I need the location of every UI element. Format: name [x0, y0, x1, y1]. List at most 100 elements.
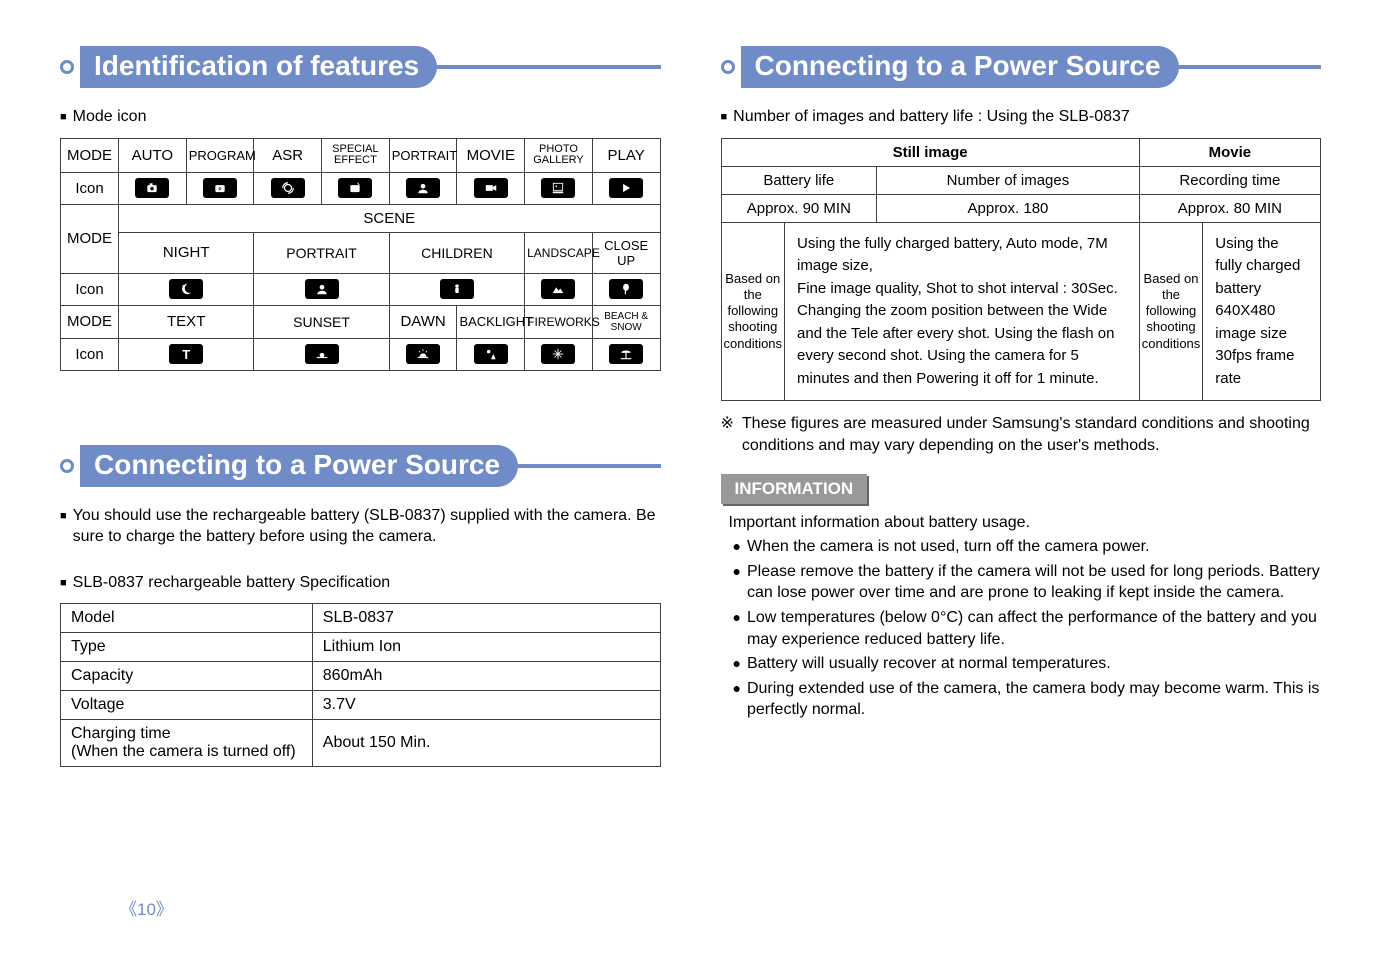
round-bullet-icon: ● — [733, 564, 741, 578]
cond-still: Using the fully charged battery, Auto mo… — [785, 222, 1140, 401]
cell-text: TEXT — [119, 305, 254, 338]
square-bullet-icon: ■ — [60, 509, 67, 524]
gallery-icon — [525, 172, 593, 204]
head-movie: Movie — [1139, 138, 1320, 166]
info-item: Battery will usually recover at normal t… — [747, 653, 1111, 675]
cell-gallery: PHOTO GALLERY — [525, 138, 593, 172]
cell-night: NIGHT — [119, 232, 254, 273]
bullet-icon — [60, 60, 74, 74]
list-item: ● Low temperatures (below 0°C) can affect… — [733, 607, 1322, 650]
section-heading-power-left: Connecting to a Power Source — [60, 445, 661, 487]
cond-movie: Using the fully charged battery 640X480 … — [1203, 222, 1321, 401]
program-icon: P — [186, 172, 254, 204]
list-item: ● Battery will usually recover at normal … — [733, 653, 1322, 675]
svg-text:P: P — [218, 186, 221, 191]
cell-asr: ASR — [254, 138, 322, 172]
heading-text: Connecting to a Power Source — [80, 445, 518, 487]
cell-closeup: CLOSE UP — [592, 232, 660, 273]
sub-battlife: Battery life — [721, 166, 877, 194]
closeup-icon — [592, 273, 660, 305]
spec-key: Capacity — [61, 662, 313, 691]
battery-intro: Number of images and battery life : Usin… — [733, 106, 1130, 128]
round-bullet-icon: ● — [733, 610, 741, 624]
cell-icon-label: Icon — [61, 172, 119, 204]
info-item: Please remove the battery if the camera … — [747, 561, 1321, 604]
info-item: When the camera is not used, turn off th… — [747, 536, 1150, 558]
portrait-icon — [389, 172, 457, 204]
cell-play: PLAY — [592, 138, 660, 172]
cell-landscape: LANDSCAPE — [525, 232, 593, 273]
cell-program: PROGRAM — [186, 138, 254, 172]
cell-scene: SCENE — [119, 204, 661, 232]
table-row: Voltage3.7V — [61, 691, 661, 720]
cell-icon-label3: Icon — [61, 338, 119, 370]
portrait2-icon — [254, 273, 389, 305]
landscape-icon — [525, 273, 593, 305]
list-item: ● When the camera is not used, turn off t… — [733, 536, 1322, 558]
footnote: ※ These figures are measured under Samsu… — [721, 413, 1322, 456]
dawn-icon — [389, 338, 457, 370]
movie-icon — [457, 172, 525, 204]
val-battlife: Approx. 90 MIN — [721, 194, 877, 222]
cell-special: SPECIAL EFFECT — [322, 138, 390, 172]
round-bullet-icon: ● — [733, 681, 741, 695]
spec-val: SLB-0837 — [312, 604, 660, 633]
cell-icon-label2: Icon — [61, 273, 119, 305]
cell-children: CHILDREN — [389, 232, 524, 273]
mode-icon-label-line: ■ Mode icon — [60, 106, 661, 128]
text-icon: T — [119, 338, 254, 370]
cell-mode: MODE — [61, 138, 119, 172]
cell-fireworks: FIREWORKS — [525, 305, 593, 338]
rechargeable-text: You should use the rechargeable battery … — [73, 505, 661, 548]
spec-key: Type — [61, 633, 313, 662]
bullet-icon — [721, 60, 735, 74]
info-item: During extended use of the camera, the c… — [747, 678, 1321, 721]
asr-icon — [254, 172, 322, 204]
cell-auto: AUTO — [119, 138, 187, 172]
cell-mode2: MODE — [61, 204, 119, 273]
round-bullet-icon: ● — [733, 656, 741, 670]
cell-portrait: PORTRAIT — [389, 138, 457, 172]
val-numimages: Approx. 180 — [877, 194, 1140, 222]
round-bullet-icon: ● — [733, 539, 741, 553]
section-heading-power-right: Connecting to a Power Source — [721, 46, 1322, 88]
cell-portrait2: PORTRAIT — [254, 232, 389, 273]
val-rectime: Approx. 80 MIN — [1139, 194, 1320, 222]
square-bullet-icon: ■ — [721, 110, 728, 125]
spec-key: Charging time (When the camera is turned… — [61, 720, 313, 767]
sunset-icon — [254, 338, 389, 370]
section-heading-features: Identification of features — [60, 46, 661, 88]
spec-val: About 150 Min. — [312, 720, 660, 767]
spec-val: 860mAh — [312, 662, 660, 691]
heading-bar — [514, 464, 660, 468]
special-icon — [322, 172, 390, 204]
info-item: Low temperatures (below 0°C) can affect … — [747, 607, 1321, 650]
table-row: TypeLithium Ion — [61, 633, 661, 662]
cond-label-movie: Based on the following shooting conditio… — [1139, 222, 1203, 401]
head-still: Still image — [721, 138, 1139, 166]
bullet-icon — [60, 459, 74, 473]
cond-label-still: Based on the following shooting conditio… — [721, 222, 785, 401]
battery-intro-line: ■ Number of images and battery life : Us… — [721, 106, 1322, 128]
mode-icon-table: MODE AUTO PROGRAM ASR SPECIAL EFFECT POR… — [60, 138, 661, 371]
heading-bar — [1175, 65, 1321, 69]
mode-icon-label: Mode icon — [73, 106, 147, 128]
info-bullet-list: ● When the camera is not used, turn off t… — [729, 536, 1322, 721]
sub-numimages: Number of images — [877, 166, 1140, 194]
spec-val: 3.7V — [312, 691, 660, 720]
heading-text: Connecting to a Power Source — [741, 46, 1179, 88]
footnote-text: These figures are measured under Samsung… — [742, 413, 1321, 456]
spec-val: Lithium Ion — [312, 633, 660, 662]
battery-spec-table: ModelSLB-0837 TypeLithium Ion Capacity86… — [60, 603, 661, 767]
spec-key: Model — [61, 604, 313, 633]
cell-movie: MOVIE — [457, 138, 525, 172]
cell-beach: BEACH & SNOW — [592, 305, 660, 338]
square-bullet-icon: ■ — [60, 576, 67, 591]
info-intro: Important information about battery usag… — [729, 514, 1322, 532]
spec-label: SLB-0837 rechargeable battery Specificat… — [73, 572, 391, 594]
battery-life-table: Still image Movie Battery life Number of… — [721, 138, 1322, 402]
auto-icon — [119, 172, 187, 204]
rechargeable-note: ■ You should use the rechargeable batter… — [60, 505, 661, 548]
cell-dawn: DAWN — [389, 305, 457, 338]
sub-rectime: Recording time — [1139, 166, 1320, 194]
